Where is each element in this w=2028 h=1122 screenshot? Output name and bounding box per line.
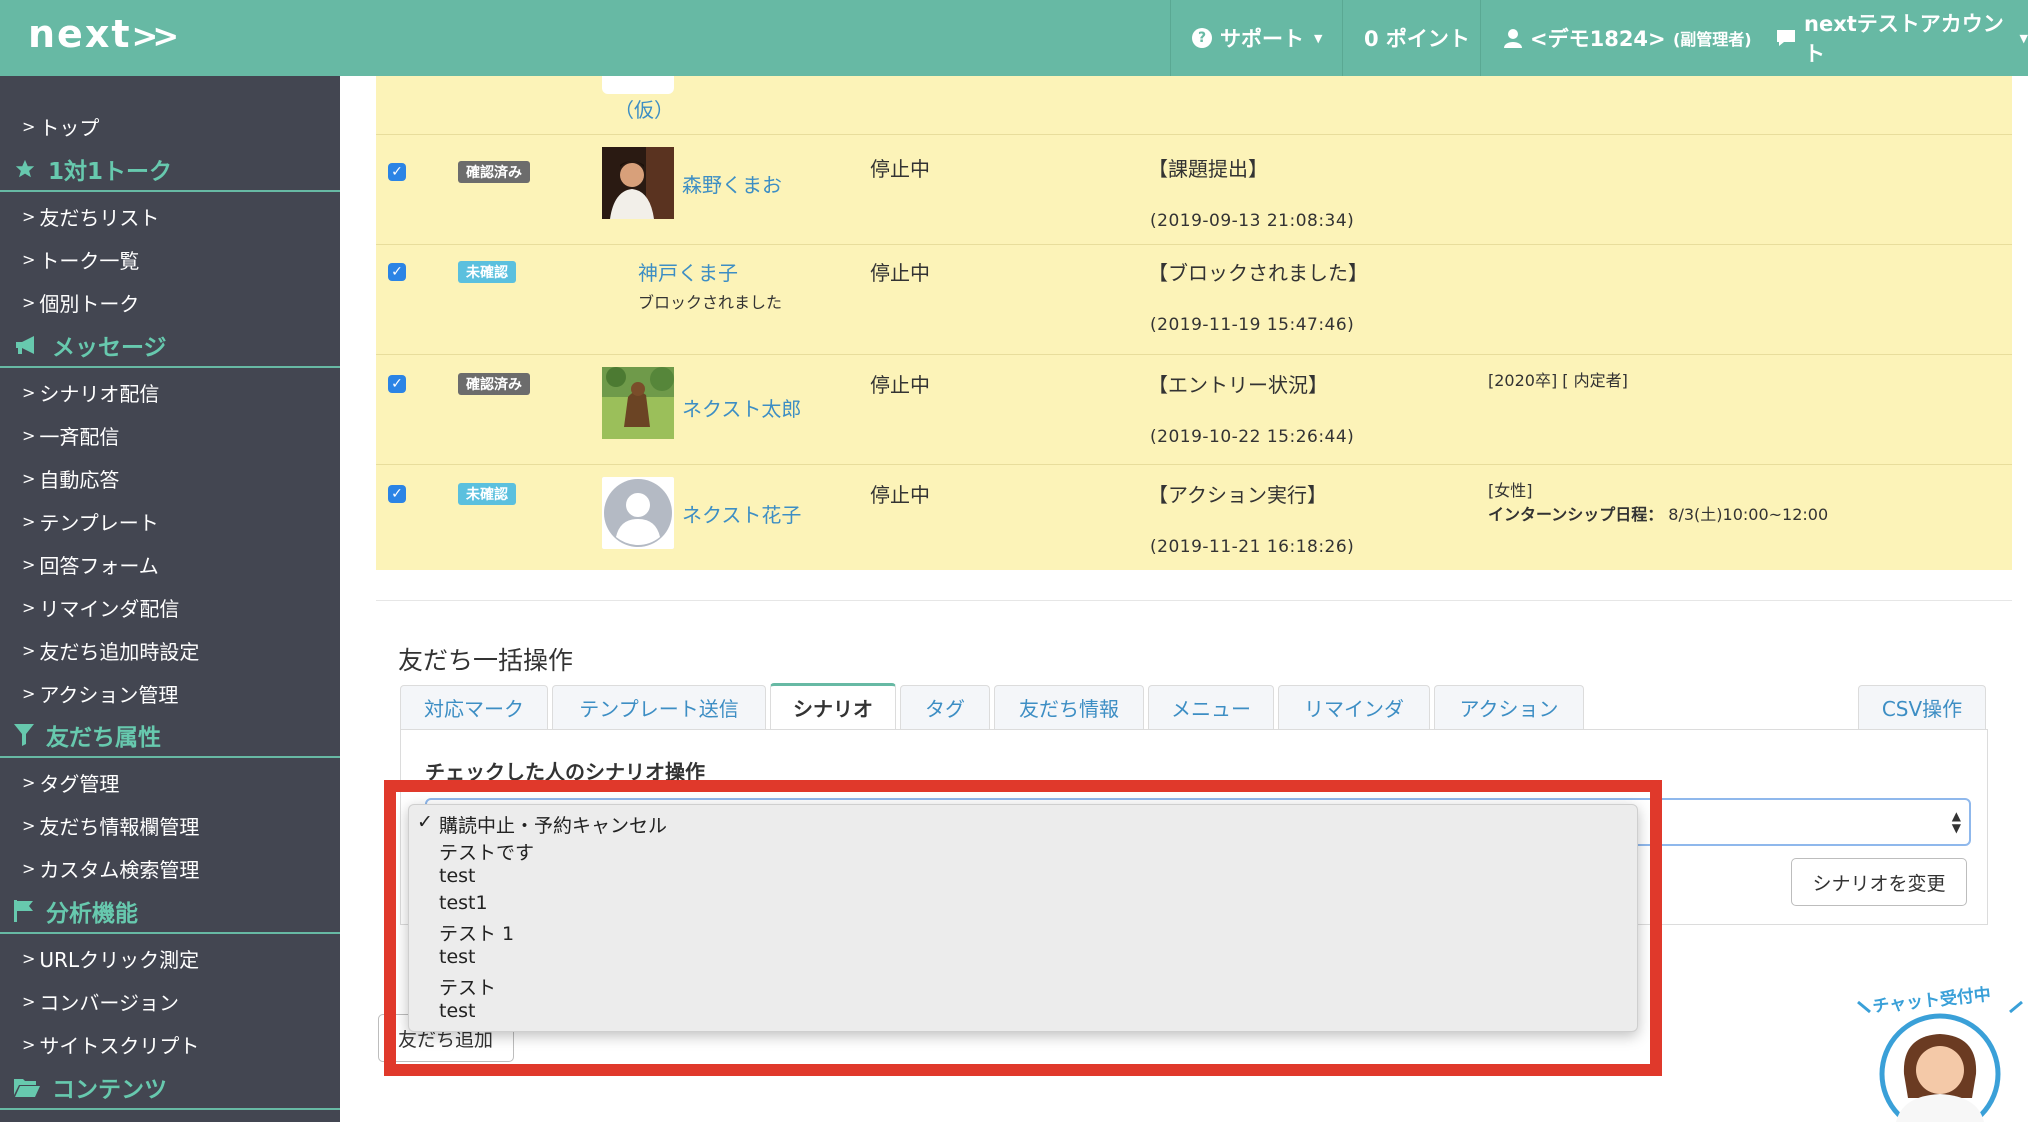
- sidebar-item-scenario[interactable]: > シナリオ配信: [22, 378, 159, 407]
- sidebar-item-friend-info-management[interactable]: > 友だち情報欄管理: [22, 811, 199, 840]
- scenario-status: 停止中: [870, 261, 930, 285]
- last-event: 【ブロックされました】: [1148, 261, 1368, 285]
- friend-name-link[interactable]: ネクスト太郎: [682, 393, 801, 422]
- user-icon: [1504, 28, 1522, 48]
- friend-sub-text: ブロックされました: [638, 293, 783, 312]
- sidebar-item-custom-search[interactable]: > カスタム検索管理: [22, 854, 199, 883]
- megaphone-icon: [14, 335, 40, 355]
- sidebar-item-top[interactable]: > トップ: [22, 112, 99, 141]
- sidebar-item-individual-talk[interactable]: > 個別トーク: [22, 288, 139, 317]
- avatar: [602, 477, 674, 549]
- header-divider: [1480, 0, 1481, 76]
- tab-response-mark[interactable]: 対応マーク: [400, 685, 548, 729]
- sidebar-item-tag-management[interactable]: > タグ管理: [22, 768, 119, 797]
- user-menu[interactable]: <デモ1824> (副管理者): [1504, 0, 1752, 76]
- support-menu[interactable]: ? サポート ▼: [1192, 0, 1322, 76]
- top-header: next>> ? サポート ▼ 0 ポイント <デモ1824> (副管理者) ne…: [0, 0, 2028, 76]
- chat-bubble-icon: [1776, 29, 1796, 47]
- avatar: [602, 147, 674, 219]
- change-scenario-button[interactable]: シナリオを変更: [1791, 858, 1967, 906]
- operator-avatar-icon: [1857, 1000, 2023, 1122]
- tab-reminder[interactable]: リマインダ: [1278, 685, 1430, 729]
- sidebar-item-form[interactable]: > 回答フォーム: [22, 550, 159, 579]
- row-checkbox[interactable]: ✓: [388, 485, 406, 503]
- last-event: 【課題提出】: [1148, 157, 1268, 181]
- divider: [376, 600, 2012, 601]
- sidebar-item-conversion[interactable]: > コンバージョン: [22, 987, 179, 1016]
- tab-scenario[interactable]: シナリオ: [770, 683, 896, 729]
- status-badge: 未確認: [458, 261, 516, 283]
- row-checkbox[interactable]: ✓: [388, 263, 406, 281]
- event-datetime: (2019-10-22 15:26:44): [1150, 427, 1355, 447]
- status-badge: 未確認: [458, 483, 516, 505]
- highlight-frame: [384, 780, 1662, 1076]
- sidebar-item-talk-list[interactable]: > トーク一覧: [22, 245, 139, 274]
- tab-csv[interactable]: CSV操作: [1858, 685, 1986, 729]
- sidebar-item-template[interactable]: > テンプレート: [22, 507, 159, 536]
- friend-name-link[interactable]: ネクスト花子: [682, 499, 801, 528]
- caret-down-icon: ▼: [1314, 31, 1323, 45]
- bulk-operation-title: 友だち一括操作: [398, 646, 574, 675]
- friend-table: （仮） ✓ 確認済み 森野くまお 停止中 【課題提出】 (2019-09-13 …: [376, 76, 2012, 570]
- friend-info: インターンシップ日程： 8/3(土)10:00~12:00: [1488, 505, 1829, 524]
- sidebar-section-talk: 1対1トーク: [0, 148, 340, 192]
- avatar: [602, 76, 674, 94]
- friend-name-link[interactable]: 神戸くま子: [638, 257, 738, 286]
- select-arrows-icon: ▲ ▼: [1951, 809, 1961, 835]
- points-display[interactable]: 0 ポイント: [1364, 0, 1470, 76]
- scenario-status: 停止中: [870, 373, 930, 397]
- folder-open-icon: [14, 1077, 40, 1097]
- last-event: 【エントリー状況】: [1148, 373, 1328, 397]
- sidebar-item-friends-list[interactable]: > 友だちリスト: [22, 202, 159, 231]
- tab-template-send[interactable]: テンプレート送信: [552, 685, 766, 729]
- scenario-status: 停止中: [870, 157, 930, 181]
- last-event: 【アクション実行】: [1148, 483, 1327, 507]
- header-divider: [1170, 0, 1171, 76]
- star-icon: [14, 158, 36, 180]
- status-badge: 確認済み: [458, 161, 530, 183]
- caret-down-icon: ▼: [2019, 31, 2028, 45]
- sidebar-section-message: メッセージ: [0, 324, 340, 368]
- sidebar-item-reminder[interactable]: > リマインダ配信: [22, 593, 179, 622]
- question-icon: ?: [1192, 28, 1212, 48]
- event-datetime: (2019-11-21 16:18:26): [1150, 537, 1355, 557]
- tab-friend-info[interactable]: 友だち情報: [994, 685, 1144, 729]
- filter-icon: [14, 724, 34, 746]
- sidebar: > トップ 1対1トーク > 友だちリスト > トーク一覧 > 個別トーク メッセージ …: [0, 76, 340, 1122]
- header-divider: [1342, 0, 1343, 76]
- row-checkbox[interactable]: ✓: [388, 375, 406, 393]
- account-menu[interactable]: nextテストアカウント ▼: [1776, 0, 2028, 76]
- sidebar-section-analytics: 分析機能: [0, 890, 340, 934]
- friend-tags: [女性]: [1488, 481, 1533, 500]
- sidebar-item-broadcast[interactable]: > 一斉配信: [22, 421, 119, 450]
- row-checkbox[interactable]: ✓: [388, 163, 406, 181]
- sidebar-item-add-friend-settings[interactable]: > 友だち追加時設定: [22, 636, 199, 665]
- table-row: ✓ 確認済み 森野くまお 停止中 【課題提出】 (2019-09-13 21:0…: [376, 134, 2012, 244]
- status-badge: 確認済み: [458, 373, 530, 395]
- avatar: [602, 367, 674, 439]
- sidebar-section-attributes: 友だち属性: [0, 714, 340, 758]
- friend-name-link[interactable]: （仮）: [614, 94, 674, 123]
- scenario-status: 停止中: [870, 483, 930, 507]
- flag-icon: [14, 900, 34, 922]
- friend-tags: [2020卒] [ 内定者]: [1488, 371, 1628, 390]
- sidebar-item-action-management[interactable]: > アクション管理: [22, 679, 178, 708]
- sidebar-item-site-script[interactable]: > サイトスクリプト: [22, 1030, 199, 1059]
- chat-support-badge[interactable]: チャット受付中: [1852, 978, 2028, 1122]
- app-logo[interactable]: next>>: [28, 12, 180, 56]
- event-datetime: (2019-11-19 15:47:46): [1150, 315, 1355, 335]
- tab-action[interactable]: アクション: [1434, 685, 1584, 729]
- event-datetime: (2019-09-13 21:08:34): [1150, 211, 1355, 231]
- tab-tag[interactable]: タグ: [900, 685, 990, 729]
- sidebar-item-url-click[interactable]: > URLクリック測定: [22, 944, 199, 973]
- friend-name-link[interactable]: 森野くまお: [682, 169, 782, 198]
- tab-menu[interactable]: メニュー: [1148, 685, 1274, 729]
- sidebar-item-auto-reply[interactable]: > 自動応答: [22, 464, 119, 493]
- table-row: ✓ 未確認 ネクスト花子 停止中 【アクション実行】 (2019-11-21 1…: [376, 464, 2012, 574]
- table-row: ✓ 未確認 神戸くま子 ブロックされました 停止中 【ブロックされました】 (2…: [376, 244, 2012, 354]
- table-row: ✓ 確認済み ネクスト太郎 停止中 【エントリー状況】 (2019-10-22 …: [376, 354, 2012, 464]
- logo-chevron-icon: >>: [131, 17, 180, 55]
- sidebar-section-contents: コンテンツ: [0, 1066, 340, 1110]
